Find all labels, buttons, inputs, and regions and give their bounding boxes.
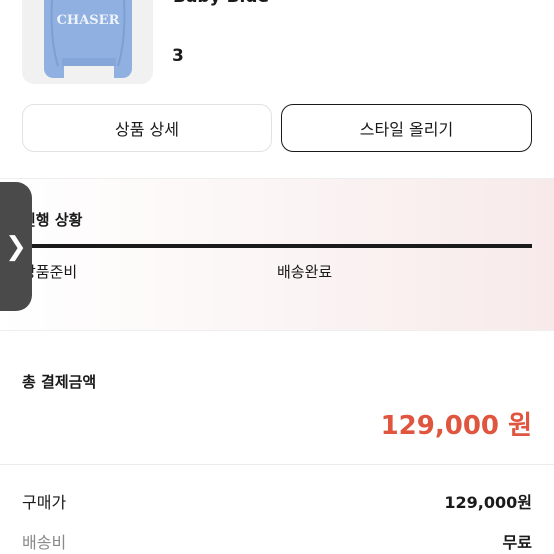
status-step-delivered: 배송완료 [277,263,333,281]
upload-style-button[interactable]: 스타일 올리기 [281,104,532,152]
sweatshirt-print: CHASER [57,13,120,28]
product-variant: Baby Blue [173,0,269,7]
divider [0,464,554,465]
product-quantity: 3 [172,46,184,66]
purchase-price-label: 구매가 [22,493,67,512]
total-payment-label: 총 결제금액 [22,373,97,391]
sweatshirt-icon: CHASER [44,0,132,78]
chevron-right-icon: ❯ [5,231,27,262]
product-detail-button[interactable]: 상품 상세 [22,104,272,152]
order-status-section [0,178,554,331]
status-progress-bar [22,244,532,248]
product-image[interactable]: CHASER [22,0,153,84]
shipping-fee-label: 배송비 [22,533,67,552]
purchase-price-value: 129,000원 [444,493,532,512]
total-payment-amount: 129,000 원 [380,411,532,441]
shipping-fee-value: 무료 [502,533,532,552]
side-drawer-tab[interactable]: ❯ [0,182,32,311]
